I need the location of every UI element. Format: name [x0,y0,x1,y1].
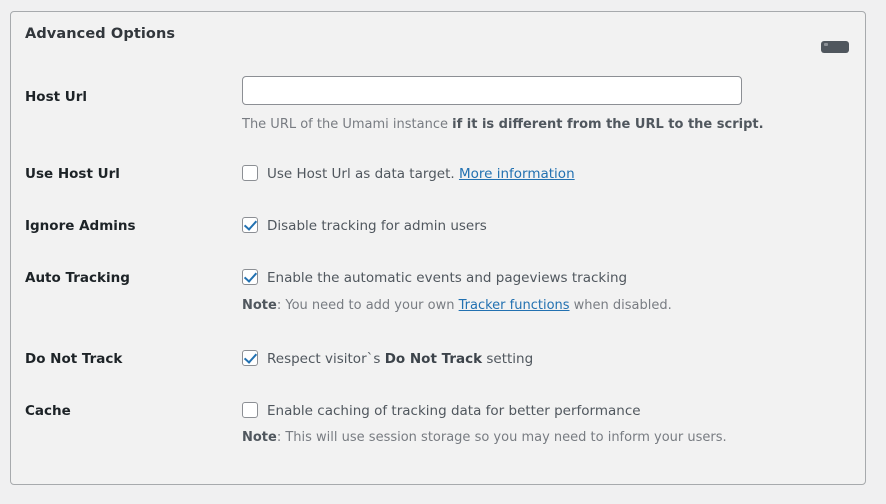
ignore-admins-field-wrap: Disable tracking for admin users [242,216,851,235]
advanced-options-panel: Advanced Options Host Url The URL of the… [10,11,866,485]
do-not-track-text-bold: Do Not Track [384,351,483,367]
use-host-url-checkbox[interactable] [242,164,258,181]
row-host-url: Host Url The URL of the Umami instance i… [11,76,865,135]
cache-note-rest: : This will use session storage so you m… [276,430,727,446]
page-title: Advanced Options [25,26,176,42]
host-url-description: The URL of the Umami instance if it is d… [242,115,851,135]
cache-field-wrap: Enable caching of tracking data for bett… [242,401,851,448]
host-url-input[interactable] [242,76,742,105]
minimize-bar [824,43,828,46]
use-host-url-label: Use Host Url [25,165,120,182]
host-url-label: Host Url [25,89,88,105]
use-host-url-check-line: Use Host Url as data target. More inform… [242,164,851,183]
use-host-url-field-wrap: Use Host Url as data target. More inform… [242,164,851,183]
cache-checkbox[interactable] [242,401,258,418]
ignore-admins-check-line: Disable tracking for admin users [242,216,851,235]
auto-tracking-check-label: Enable the automatic events and pageview… [267,270,628,287]
do-not-track-checkbox[interactable] [242,350,258,366]
tracker-functions-link[interactable]: Tracker functions [459,298,570,313]
more-information-link[interactable]: More information [459,166,575,182]
auto-tracking-note-prefix: Note [242,297,277,313]
do-not-track-label: Do Not Track [25,351,123,367]
row-do-not-track: Do Not Track Respect visitor`s Do Not Tr… [11,349,865,369]
cache-note: Note: This will use session storage so y… [242,428,851,448]
panel-header: Advanced Options [11,12,865,56]
cache-check-label: Enable caching of tracking data for bett… [267,402,641,419]
do-not-track-check-line: Respect visitor`s Do Not Track setting [242,349,851,368]
cache-label: Cache [25,402,71,419]
cache-note-prefix: Note [242,430,277,446]
auto-tracking-note-suffix: when disabled. [569,297,672,313]
host-url-field-wrap: The URL of the Umami instance if it is d… [242,76,851,135]
host-url-description-bold: if it is different from the URL to the s… [452,117,764,132]
do-not-track-text-after: setting [482,351,534,367]
host-url-description-normal: The URL of the Umami instance [242,117,453,132]
auto-tracking-note-mid: : You need to add your own [276,297,459,313]
auto-tracking-checkbox[interactable] [242,269,258,286]
auto-tracking-check-line: Enable the automatic events and pageview… [242,268,851,287]
use-host-url-check-text: Use Host Url as data target. More inform… [267,164,575,183]
minimize-icon[interactable] [821,41,849,53]
row-cache: Cache Enable caching of tracking data fo… [11,401,865,448]
ignore-admins-checkbox[interactable] [242,217,258,234]
cache-check-line: Enable caching of tracking data for bett… [242,401,851,420]
ignore-admins-check-label: Disable tracking for admin users [267,218,487,235]
ignore-admins-label: Ignore Admins [25,218,136,235]
row-ignore-admins: Ignore Admins Disable tracking for admin… [11,216,865,236]
do-not-track-field-wrap: Respect visitor`s Do Not Track setting [242,349,851,368]
options-form: Host Url The URL of the Umami instance i… [11,76,865,448]
row-use-host-url: Use Host Url Use Host Url as data target… [11,164,865,184]
do-not-track-text-before: Respect visitor`s [267,351,385,367]
use-host-url-check-label: Use Host Url as data target. [267,165,455,182]
auto-tracking-note: Note: You need to add your own Tracker f… [242,296,851,316]
do-not-track-check-text: Respect visitor`s Do Not Track setting [267,349,533,368]
auto-tracking-field-wrap: Enable the automatic events and pageview… [242,268,851,315]
auto-tracking-label: Auto Tracking [25,270,130,287]
row-auto-tracking: Auto Tracking Enable the automatic event… [11,268,865,315]
